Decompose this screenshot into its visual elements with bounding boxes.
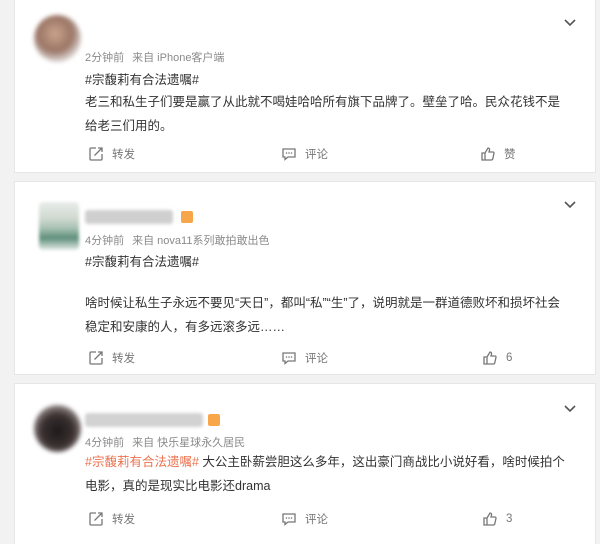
comment-card: 2分钟前 来自 iPhone客户端 #宗馥莉有合法遗嘱# 老三和私生子们要是赢了从… [15,0,595,172]
comment-button[interactable]: 评论 [281,146,328,162]
username-blurred[interactable] [85,413,203,427]
comment-meta: 4分钟前 来自 快乐星球永久居民 [85,434,245,450]
comment-time: 2分钟前 [85,52,125,64]
like-count: 赞 [504,149,516,161]
like-count: 6 [506,352,513,364]
chevron-down-icon[interactable] [563,18,577,28]
chevron-down-icon[interactable] [563,404,577,414]
comment-time: 4分钟前 [85,235,125,247]
comment-time: 4分钟前 [85,437,125,449]
repost-label: 转发 [112,514,135,526]
comment-button[interactable]: 评论 [281,511,328,527]
comment-label: 评论 [305,149,328,161]
comment-text-line: 给老三们用的。 [85,119,173,133]
like-button[interactable]: 赞 [480,146,516,162]
comment-text-line: 电影，真的是现实比电影还drama [85,479,271,493]
comment-text: #宗馥莉有合法遗嘱# 大公主卧薪尝胆这么多年，这出豪门商战比小说好看，啥时候拍个… [85,450,585,498]
topic-link[interactable]: #宗馥莉有合法遗嘱# [85,251,199,270]
repost-label: 转发 [112,149,135,161]
action-bar: 转发 评论 赞 [15,146,595,166]
comment-card: 4分钟前 来自 快乐星球永久居民 #宗馥莉有合法遗嘱# 大公主卧薪尝胆这么多年，这… [15,384,595,544]
comment-text-line: 啥时候让私生子永远不要见“天日”，都叫“私”“生”了，说明就是一群道德败坏和损坏… [85,296,560,310]
repost-button[interactable]: 转发 [88,511,135,527]
comment-text-line: 大公主卧薪尝胆这么多年，这出豪门商战比小说好看，啥时候拍个 [198,455,565,469]
comment-text: 老三和私生子们要是赢了从此就不喝娃哈哈所有旗下品牌了。壁垒了哈。民众花钱不是 给… [85,90,585,138]
comment-meta: 4分钟前 来自 nova11系列敢拍敢出色 [85,232,269,248]
topic-link[interactable]: #宗馥莉有合法遗嘱# [85,69,199,88]
comment-icon [282,352,296,365]
comment-source: 来自 快乐星球永久居民 [132,437,246,449]
comment-card: 4分钟前 来自 nova11系列敢拍敢出色 #宗馥莉有合法遗嘱# 啥时候让私生子永… [15,182,595,374]
topic-link[interactable]: #宗馥莉有合法遗嘱# [85,455,199,469]
repost-label: 转发 [112,353,135,365]
comment-source: 来自 nova11系列敢拍敢出色 [132,235,270,247]
chevron-down-icon[interactable] [563,200,577,210]
like-button[interactable]: 3 [482,511,512,527]
comment-meta: 2分钟前 来自 iPhone客户端 [85,49,224,65]
action-bar: 转发 评论 6 [15,350,595,370]
repost-button[interactable]: 转发 [88,146,135,162]
thumbs-up-icon [481,147,495,161]
repost-button[interactable]: 转发 [88,350,135,366]
avatar[interactable] [34,15,81,62]
thumbs-up-icon [483,351,497,365]
share-icon [89,147,103,161]
thumbs-up-icon [483,512,497,526]
comment-icon [282,148,296,161]
share-icon [89,351,103,365]
comment-icon [282,513,296,526]
user-badge-icon [181,211,193,223]
comment-label: 评论 [305,514,328,526]
comment-text: 啥时候让私生子永远不要见“天日”，都叫“私”“生”了，说明就是一群道德败坏和损坏… [85,291,585,339]
username-blurred[interactable] [85,210,173,224]
action-bar: 转发 评论 3 [15,511,595,531]
comment-button[interactable]: 评论 [281,350,328,366]
like-button[interactable]: 6 [482,350,512,366]
comment-text-line: 稳定和安康的人，有多远滚多远…… [85,320,286,334]
avatar[interactable] [39,202,79,250]
avatar[interactable] [34,405,81,452]
like-count: 3 [506,513,513,525]
user-badge-icon [208,414,220,426]
comment-label: 评论 [305,353,328,365]
comment-text-line: 老三和私生子们要是赢了从此就不喝娃哈哈所有旗下品牌了。壁垒了哈。民众花钱不是 [85,95,561,109]
comment-source: 来自 iPhone客户端 [132,52,225,64]
share-icon [89,512,103,526]
